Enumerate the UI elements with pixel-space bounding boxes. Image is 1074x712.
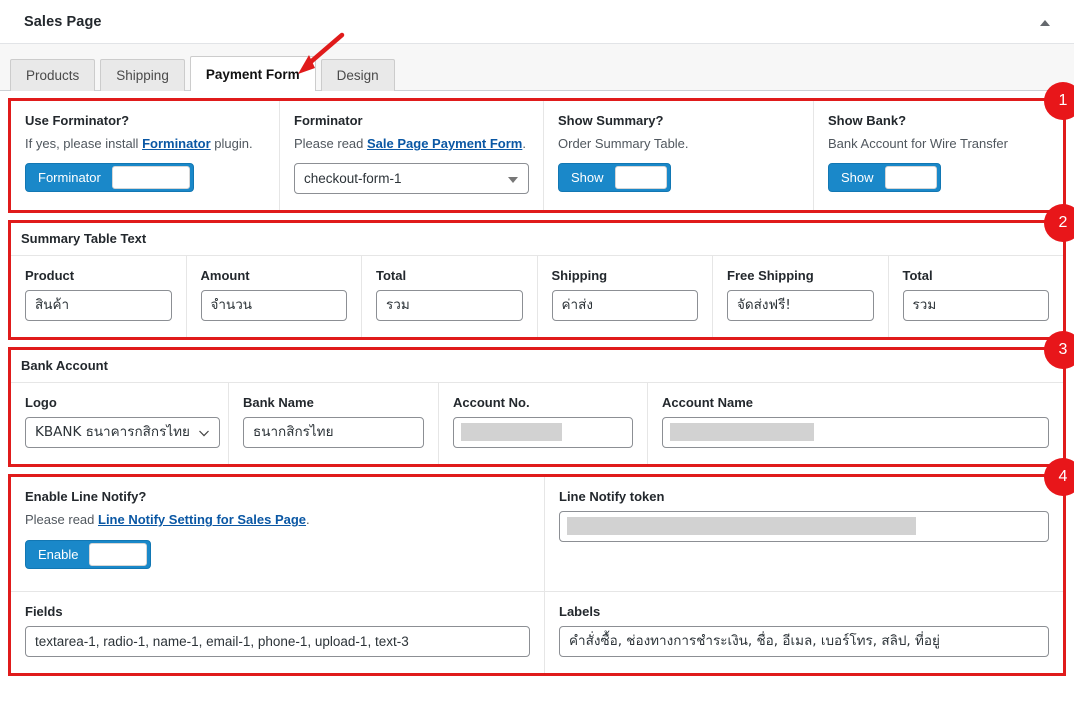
- desc-text-after: plugin.: [210, 135, 253, 151]
- section-summary-table-text: 2 Summary Table Text Product สินค้า Amou…: [8, 204, 1074, 341]
- field-fields: Fields textarea-1, radio-1, name-1, emai…: [11, 591, 545, 673]
- section-form-settings: 1 Use Forminator? If yes, please install…: [8, 82, 1074, 214]
- desc-text-before: If yes, please install: [25, 135, 143, 151]
- field-show-bank: Show Bank? Bank Account for Wire Transfe…: [814, 101, 1063, 210]
- account-no-label: Account No.: [453, 395, 530, 411]
- summary-total-input[interactable]: รวม: [376, 290, 523, 322]
- toggle-knob[interactable]: [614, 166, 667, 190]
- toggle-knob[interactable]: [89, 542, 148, 566]
- redaction-overlay: [567, 517, 916, 536]
- labels-label: Labels: [559, 603, 601, 619]
- payment-form-content: 1 Use Forminator? If yes, please install…: [0, 82, 1074, 676]
- forminator-form-select[interactable]: checkout-form-1: [294, 163, 529, 195]
- bank-logo-select-value: KBANK ธนาคารกสิกรไทย: [35, 424, 190, 441]
- use-forminator-toggle-label: Forminator: [38, 170, 101, 186]
- toggle-knob[interactable]: [884, 166, 937, 190]
- enable-line-notify-toggle-label: Enable: [38, 546, 79, 562]
- fields-input[interactable]: textarea-1, radio-1, name-1, email-1, ph…: [25, 625, 530, 657]
- sales-page-panel: Sales Page Products Shipping Payment For…: [0, 0, 1074, 712]
- use-forminator-description: If yes, please install Forminator plugin…: [25, 135, 265, 153]
- forminator-plugin-link[interactable]: Forminator: [142, 136, 211, 151]
- desc-text-after: .: [306, 512, 310, 528]
- enable-line-notify-label: Enable Line Notify?: [25, 489, 147, 505]
- sale-page-payment-form-link[interactable]: Sale Page Payment Form: [367, 136, 522, 151]
- desc-text-before: Please read: [294, 135, 367, 151]
- field-bank-logo: Logo KBANK ธนาคารกสิกรไทย: [11, 383, 229, 465]
- desc-text-after: .: [522, 135, 526, 151]
- summary-shipping-label: Shipping: [551, 268, 608, 284]
- summary-grand-total-input[interactable]: รวม: [902, 290, 1049, 322]
- show-bank-toggle-label: Show: [841, 170, 874, 186]
- page-title: Sales Page: [24, 13, 102, 30]
- summary-free-shipping-label: Free Shipping: [727, 268, 814, 284]
- forminator-label: Forminator: [294, 113, 363, 128]
- tab-payment-form[interactable]: Payment Form: [189, 56, 316, 91]
- toggle-knob[interactable]: [111, 166, 190, 190]
- redaction-overlay: [461, 423, 562, 442]
- chevron-down-icon: [508, 177, 518, 184]
- chevron-down-icon: [199, 430, 209, 437]
- field-account-no: Account No.: [439, 383, 648, 465]
- fields-label: Fields: [25, 603, 63, 619]
- show-bank-label: Show Bank?: [828, 113, 907, 128]
- line-notify-setting-link[interactable]: Line Notify Setting for Sales Page: [98, 512, 306, 527]
- bank-logo-select[interactable]: KBANK ธนาคารกสิกรไทย: [25, 417, 220, 449]
- redaction-overlay: [670, 423, 814, 442]
- field-bank-name: Bank Name ธนากสิกรไทย: [229, 383, 439, 465]
- forminator-description: Please read Sale Page Payment Form.: [294, 135, 529, 153]
- summary-product-input[interactable]: สินค้า: [25, 290, 172, 322]
- field-summary-grand-total: Total รวม: [889, 256, 1064, 337]
- bank-account-heading: Bank Account: [11, 350, 1063, 384]
- bank-name-label: Bank Name: [243, 395, 314, 411]
- section-bank-account: 3 Bank Account Logo KBANK ธนาคารกสิกรไทย…: [8, 331, 1074, 468]
- summary-grand-total-label: Total: [902, 268, 933, 284]
- summary-total-label: Total: [376, 268, 407, 284]
- summary-free-shipping-input[interactable]: จัดส่งฟรี!: [727, 290, 874, 322]
- enable-line-notify-description: Please read Line Notify Setting for Sale…: [25, 511, 530, 529]
- use-forminator-toggle[interactable]: Forminator: [25, 163, 194, 193]
- field-forminator-select: Forminator Please read Sale Page Payment…: [280, 101, 544, 211]
- field-enable-line-notify: Enable Line Notify? Please read Line Not…: [11, 477, 545, 591]
- tab-products[interactable]: Products: [10, 59, 96, 91]
- field-line-notify-token: Line Notify token: [545, 477, 1063, 590]
- show-summary-description: Order Summary Table.: [558, 135, 689, 151]
- tab-shipping[interactable]: Shipping: [100, 59, 185, 91]
- field-summary-product: Product สินค้า: [11, 256, 187, 338]
- enable-line-notify-toggle[interactable]: Enable: [25, 539, 152, 569]
- forminator-form-select-value: checkout-form-1: [304, 171, 402, 187]
- summary-amount-label: Amount: [200, 268, 250, 284]
- panel-header: Sales Page: [0, 0, 1074, 44]
- section-line-notify: 4 Enable Line Notify? Please read Line N…: [8, 458, 1074, 676]
- field-labels: Labels คำสั่งซื้อ, ช่องทางการชำระเงิน, ช…: [545, 592, 1063, 673]
- account-name-label: Account Name: [662, 395, 754, 411]
- summary-amount-input[interactable]: จำนวน: [200, 290, 347, 322]
- show-summary-label: Show Summary?: [558, 113, 664, 128]
- tab-design[interactable]: Design: [320, 59, 395, 91]
- tab-bar: Products Shipping Payment Form Design: [0, 44, 1074, 91]
- field-show-summary: Show Summary? Order Summary Table. Show: [544, 101, 814, 211]
- show-summary-toggle[interactable]: Show: [558, 163, 671, 193]
- show-bank-description: Bank Account for Wire Transfer: [828, 135, 1008, 151]
- labels-input[interactable]: คำสั่งซื้อ, ช่องทางการชำระเงิน, ชื่อ, อี…: [559, 625, 1049, 657]
- show-bank-toggle[interactable]: Show: [828, 163, 941, 193]
- desc-text-before: Please read: [25, 512, 98, 528]
- bank-name-input[interactable]: ธนากสิกรไทย: [243, 417, 424, 449]
- show-summary-toggle-label: Show: [571, 170, 604, 186]
- field-summary-total: Total รวม: [362, 256, 538, 338]
- collapse-panel-button[interactable]: [1034, 12, 1056, 34]
- use-forminator-label: Use Forminator?: [25, 113, 130, 128]
- line-notify-token-label: Line Notify token: [559, 489, 665, 505]
- summary-product-label: Product: [25, 268, 75, 284]
- caret-up-icon: [1040, 20, 1050, 26]
- field-summary-shipping: Shipping ค่าส่ง: [538, 256, 713, 338]
- section-badge-1: 1: [1044, 82, 1074, 120]
- summary-table-text-heading: Summary Table Text: [11, 223, 1063, 257]
- summary-shipping-input[interactable]: ค่าส่ง: [551, 290, 698, 322]
- bank-logo-label: Logo: [25, 395, 57, 411]
- field-summary-amount: Amount จำนวน: [187, 256, 362, 338]
- field-account-name: Account Name: [648, 383, 1063, 464]
- field-summary-free-shipping: Free Shipping จัดส่งฟรี!: [713, 256, 889, 338]
- field-use-forminator: Use Forminator? If yes, please install F…: [11, 101, 280, 211]
